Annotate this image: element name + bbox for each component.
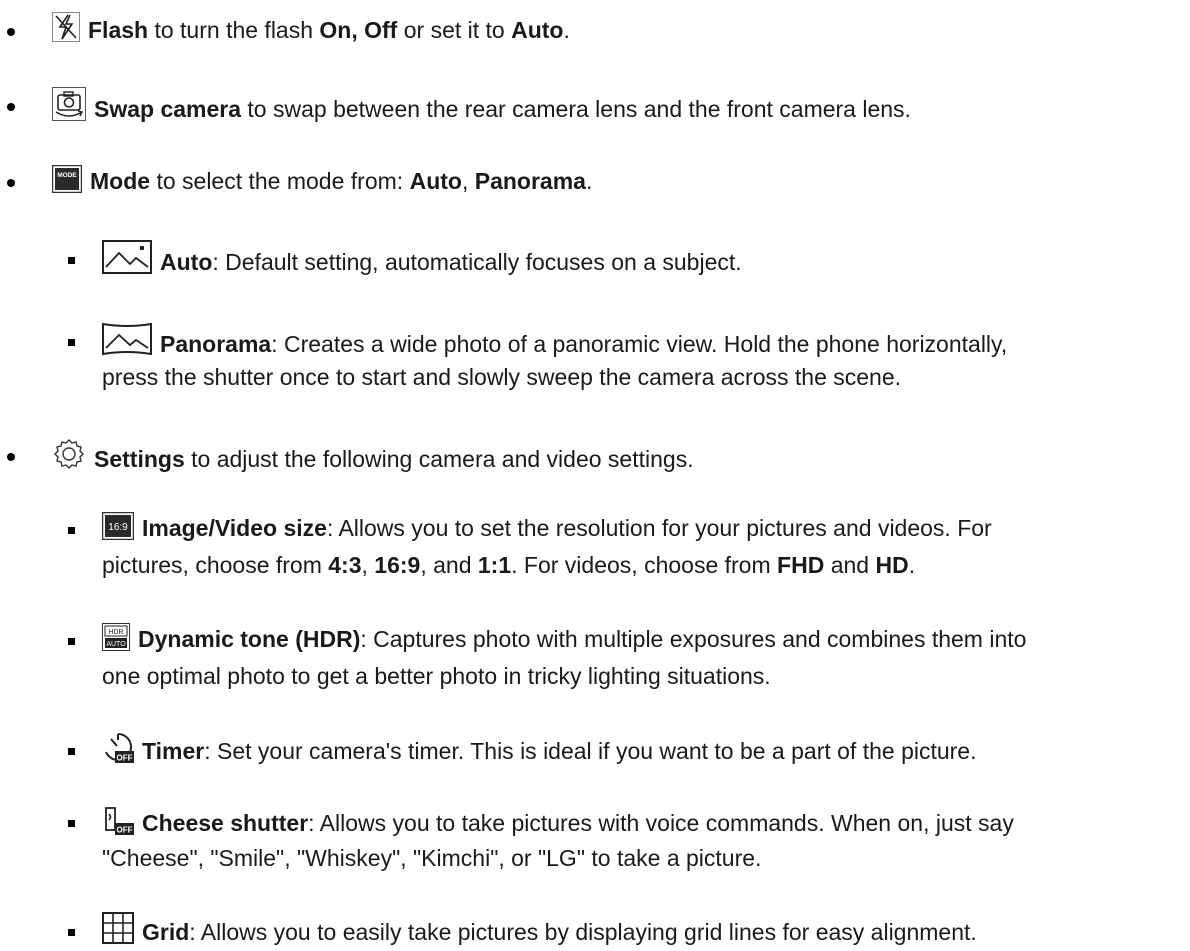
bullet	[68, 638, 75, 645]
term: Swap camera	[94, 96, 242, 122]
flash-off-icon	[52, 12, 80, 42]
svg-text:AUTO: AUTO	[106, 641, 126, 648]
bullet	[7, 28, 15, 36]
svg-text:16:9: 16:9	[108, 522, 128, 533]
cheese-shutter-icon: OFF	[102, 803, 134, 835]
bullet	[68, 929, 75, 936]
image-size-icon: 16:9	[102, 512, 134, 540]
term: Panorama	[160, 331, 272, 357]
panorama-icon	[102, 322, 152, 356]
svg-text:OFF: OFF	[117, 754, 133, 763]
svg-text:OFF: OFF	[117, 826, 133, 835]
bullet	[7, 453, 15, 461]
svg-text:MODE: MODE	[57, 172, 77, 179]
bullet	[68, 527, 75, 534]
term: Cheese shutter	[142, 810, 309, 836]
grid-icon	[102, 912, 134, 944]
hdr-icon: HDR AUTO	[102, 623, 130, 651]
term: Image/Video size	[142, 515, 327, 541]
auto-mode-icon	[102, 240, 152, 274]
term: Grid	[142, 919, 190, 945]
bullet	[7, 179, 15, 187]
swap-camera-icon	[52, 87, 86, 121]
mode-icon: MODE	[52, 165, 82, 193]
bullet	[68, 748, 75, 755]
bullet	[68, 820, 75, 827]
bullet	[68, 339, 75, 346]
term: Settings	[94, 446, 185, 472]
term: Auto	[160, 249, 213, 275]
term: Mode	[90, 168, 151, 194]
bullet	[68, 257, 75, 264]
term: Dynamic tone (HDR)	[138, 626, 361, 652]
bullet	[7, 103, 15, 111]
timer-icon: OFF	[102, 731, 134, 763]
term: Flash	[88, 17, 149, 43]
term: Timer	[142, 738, 205, 764]
settings-gear-icon	[52, 437, 86, 471]
svg-text:HDR: HDR	[108, 629, 123, 636]
